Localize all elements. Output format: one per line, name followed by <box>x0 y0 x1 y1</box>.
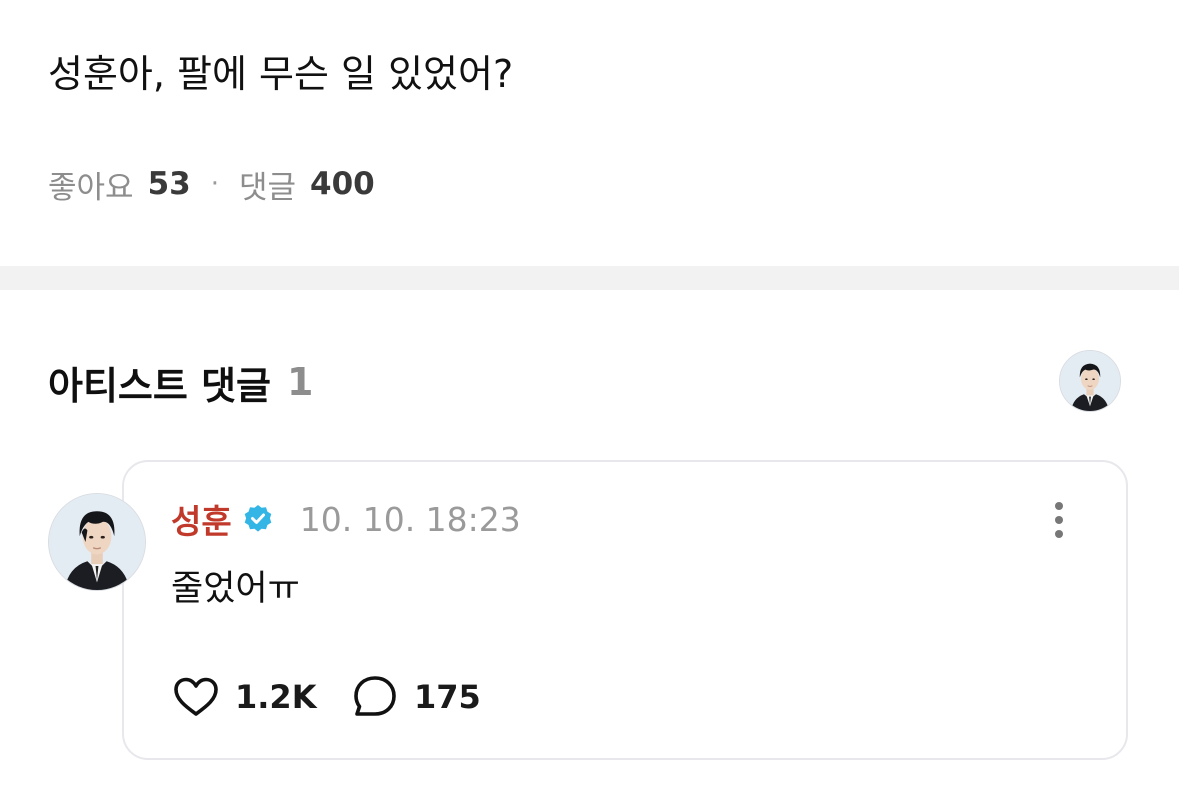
comment-author-name[interactable]: 성훈 <box>171 495 232 543</box>
artist-avatar-small[interactable] <box>1059 350 1121 412</box>
comment-timestamp: 10. 10. 18:23 <box>299 499 521 539</box>
verified-badge-icon <box>244 505 272 532</box>
author-portrait-image <box>49 494 145 590</box>
comment-header: 성훈 10. 10. 18:23 <box>171 496 521 542</box>
artist-comments-title: 아티스트 댓글 <box>48 363 271 408</box>
likes-label: 좋아요 <box>48 169 134 206</box>
section-divider <box>0 266 1179 290</box>
comment-like-button[interactable]: 1.2K <box>171 672 316 722</box>
comment-like-count: 1.2K <box>235 678 317 716</box>
post-stats: 좋아요 53 · 댓글 400 <box>48 162 375 206</box>
comment-reply-button[interactable]: 175 <box>350 672 481 722</box>
heart-outline-icon <box>174 677 218 716</box>
comments-count: 400 <box>310 166 375 202</box>
comment-reply-count: 175 <box>414 678 481 716</box>
comments-label: 댓글 <box>238 169 297 206</box>
post-text: 성훈아, 팔에 무슨 일 있었어? <box>48 52 514 96</box>
speech-bubble-icon <box>354 676 396 716</box>
comment-text: 줄었어ㅠ <box>171 569 300 609</box>
stats-separator: · <box>210 169 219 199</box>
artist-portrait-image <box>1060 351 1120 411</box>
artist-comments-header: 아티스트 댓글 1 <box>48 355 313 409</box>
likes-count: 53 <box>147 166 191 202</box>
more-options-icon[interactable] <box>1046 498 1072 542</box>
artist-comments-count: 1 <box>287 360 314 404</box>
comment-author-avatar[interactable] <box>48 493 146 591</box>
